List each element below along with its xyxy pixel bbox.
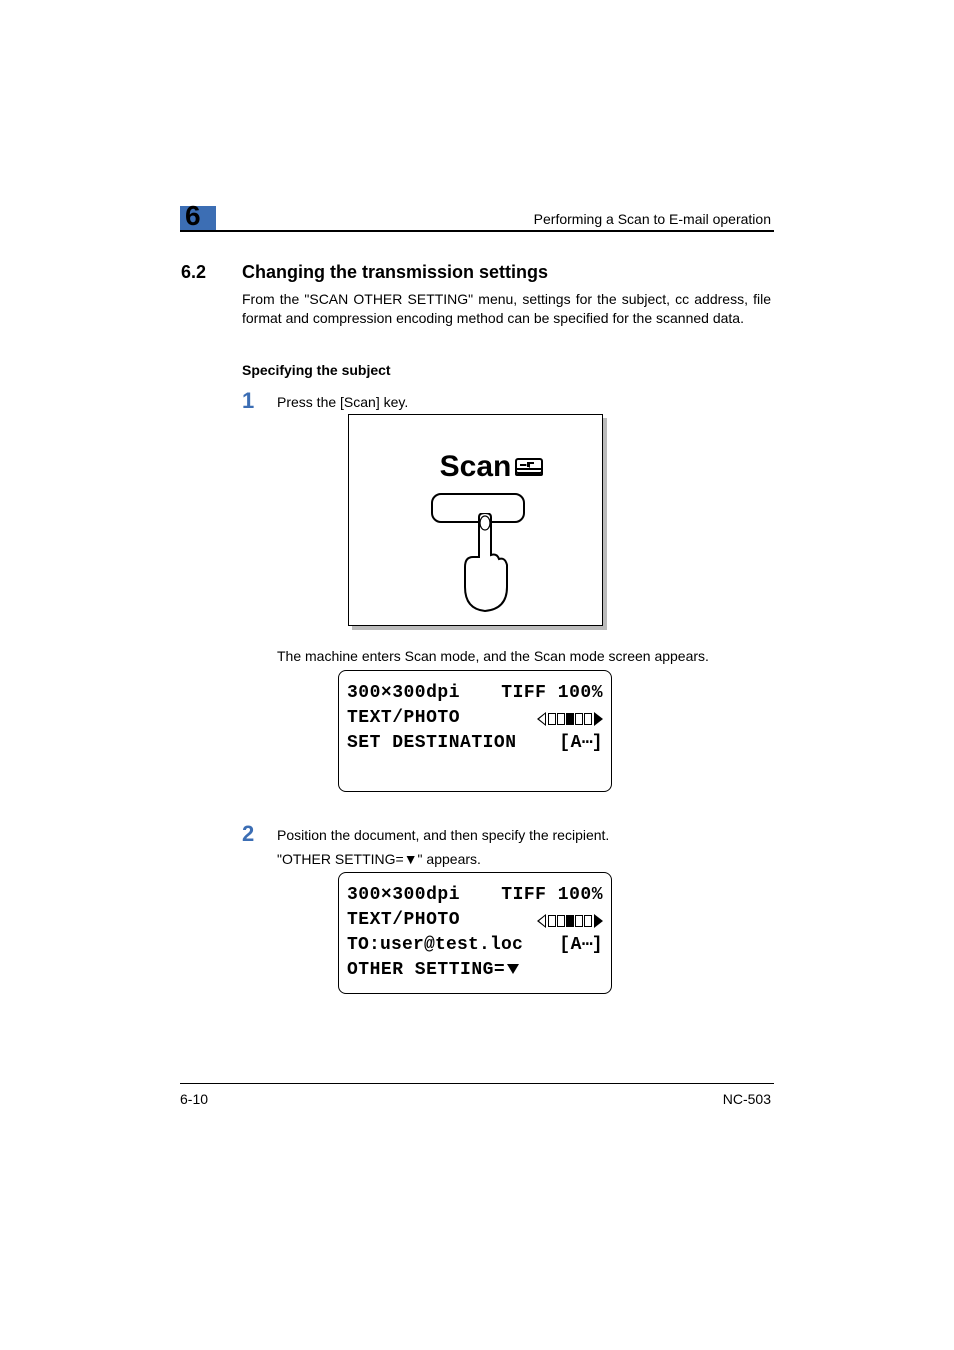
lcd2-format: TIFF 100%	[501, 883, 603, 908]
intro-paragraph: From the "SCAN OTHER SETTING" menu, sett…	[242, 290, 771, 328]
lcd1-mode: TEXT/PHOTO	[347, 706, 460, 731]
lcd1-row3: SET DESTINATION [A…]	[347, 731, 603, 756]
lcd-screen-1: 300×300dpi TIFF 100% TEXT/PHOTO SET DEST…	[338, 670, 612, 792]
footer-rule	[180, 1083, 774, 1084]
section-title: Changing the transmission settings	[242, 262, 548, 283]
lcd2-dpi: 300×300dpi	[347, 883, 460, 908]
scan-key-label: Scan	[349, 450, 602, 484]
lcd2-row1: 300×300dpi TIFF 100%	[347, 883, 603, 908]
lcd2-to-address: TO:user@test.loc	[347, 933, 523, 958]
scan-label-text: Scan	[440, 450, 512, 483]
section-number: 6.2	[181, 262, 206, 283]
lcd-screen-2: 300×300dpi TIFF 100% TEXT/PHOTO TO:user@…	[338, 872, 612, 994]
density-indicator-icon	[537, 712, 603, 726]
step-1-text: Press the [Scan] key.	[277, 393, 771, 412]
lcd1-destination: SET DESTINATION	[347, 731, 517, 756]
step-2-number: 2	[242, 821, 254, 847]
lcd1-row4	[347, 756, 603, 781]
density-indicator-icon	[537, 914, 603, 928]
finger-press-icon	[461, 513, 509, 613]
lcd1-row2: TEXT/PHOTO	[347, 706, 603, 731]
lcd1-format: TIFF 100%	[501, 681, 603, 706]
page-number: 6-10	[180, 1091, 208, 1107]
header-rule	[180, 230, 774, 232]
scan-key-figure: Scan	[348, 414, 603, 626]
step-2-line2: "OTHER SETTING=▼" appears.	[277, 850, 771, 869]
lcd2-mode: TEXT/PHOTO	[347, 908, 460, 933]
chapter-number: 6	[185, 200, 201, 232]
lcd2-row2: TEXT/PHOTO	[347, 908, 603, 933]
subheading: Specifying the subject	[242, 362, 391, 378]
lcd2-input-mode: [A…]	[559, 933, 603, 958]
manual-code: NC-503	[723, 1091, 771, 1107]
running-header: Performing a Scan to E-mail operation	[534, 211, 771, 227]
step-1-result: The machine enters Scan mode, and the Sc…	[277, 647, 771, 666]
lcd2-row3: TO:user@test.loc [A…]	[347, 933, 603, 958]
lcd2-row4: OTHER SETTING=	[347, 958, 603, 983]
step-2-line1: Position the document, and then specify …	[277, 826, 771, 845]
lcd1-dpi: 300×300dpi	[347, 681, 460, 706]
down-arrow-icon	[507, 964, 519, 974]
lcd2-other-setting: OTHER SETTING=	[347, 958, 519, 983]
scanner-icon	[514, 457, 544, 479]
lcd1-row1: 300×300dpi TIFF 100%	[347, 681, 603, 706]
lcd1-input-mode: [A…]	[559, 731, 603, 756]
step-1-number: 1	[242, 388, 254, 414]
